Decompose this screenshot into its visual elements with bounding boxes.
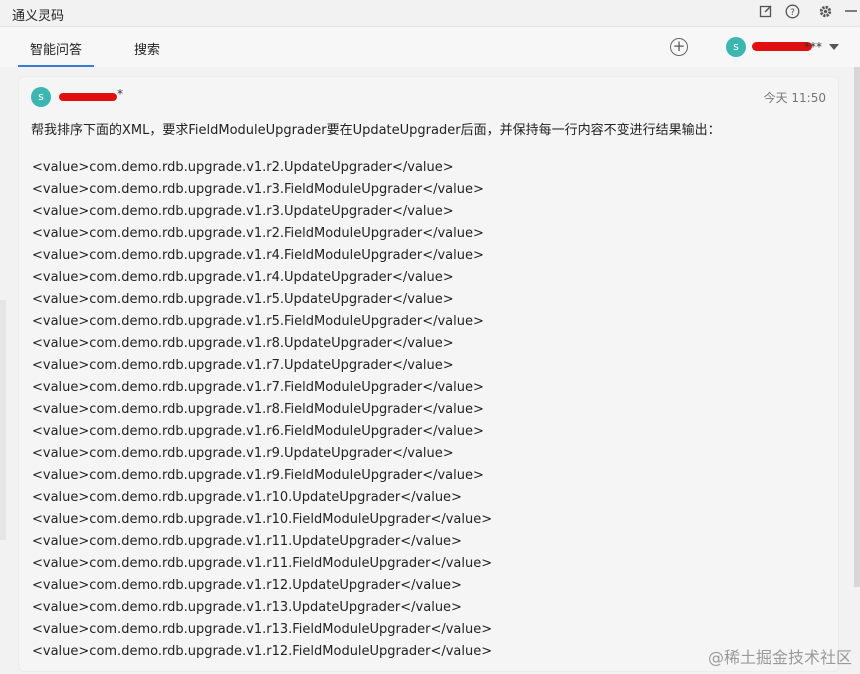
xml-line: <value>com.demo.rdb.upgrade.v1.r7.Update… [32,358,454,373]
xml-line: <value>com.demo.rdb.upgrade.v1.r10.Updat… [32,490,462,505]
xml-line: <value>com.demo.rdb.upgrade.v1.r9.FieldM… [32,468,484,483]
edit-icon[interactable] [757,4,775,22]
xml-line: <value>com.demo.rdb.upgrade.v1.r13.Field… [32,622,493,637]
xml-line: <value>com.demo.rdb.upgrade.v1.r3.Update… [32,204,454,219]
xml-line: <value>com.demo.rdb.upgrade.v1.r9.Update… [32,446,454,461]
xml-line: <value>com.demo.rdb.upgrade.v1.r8.Update… [32,336,454,351]
xml-line: <value>com.demo.rdb.upgrade.v1.r12.Field… [32,644,493,659]
redacted-author [59,93,117,101]
watermark: @稀土掘金技术社区 [707,648,852,667]
message-card: s * 今天 11:50 帮我排序下面的XML，要求FieldModuleUpg… [18,76,839,672]
xml-line: <value>com.demo.rdb.upgrade.v1.r13.Updat… [32,600,462,615]
author-suffix: * [117,87,123,101]
user-name-suffix: *** [804,40,822,54]
xml-line: <value>com.demo.rdb.upgrade.v1.r5.Update… [32,292,454,307]
xml-line: <value>com.demo.rdb.upgrade.v1.r11.Updat… [32,534,462,549]
window-title: 通义灵码 [12,9,65,24]
xml-line: <value>com.demo.rdb.upgrade.v1.r8.FieldM… [32,402,484,417]
redacted-username [752,42,812,51]
xml-line: <value>com.demo.rdb.upgrade.v1.r2.Update… [32,160,454,175]
xml-lines: <value>com.demo.rdb.upgrade.v1.r2.Update… [32,157,492,663]
scrollbar[interactable] [854,67,860,587]
help-icon[interactable]: ? [783,4,801,22]
chevron-down-icon[interactable] [829,44,839,50]
xml-line: <value>com.demo.rdb.upgrade.v1.r11.Field… [32,556,493,571]
tab-search[interactable]: 搜索 [134,39,160,58]
xml-line: <value>com.demo.rdb.upgrade.v1.r6.FieldM… [32,424,484,439]
xml-line: <value>com.demo.rdb.upgrade.v1.r2.FieldM… [32,226,484,241]
tab-smart-qa[interactable]: 智能问答 [17,39,95,67]
title-bar: 通义灵码 ? [0,0,860,27]
author-avatar: s [31,87,51,107]
xml-line: <value>com.demo.rdb.upgrade.v1.r3.FieldM… [32,182,484,197]
xml-line: <value>com.demo.rdb.upgrade.v1.r12.Updat… [32,578,462,593]
user-avatar[interactable]: s [726,37,746,57]
gear-icon[interactable] [816,4,834,22]
add-icon[interactable]: + [670,38,688,56]
xml-line: <value>com.demo.rdb.upgrade.v1.r5.FieldM… [32,314,484,329]
xml-line: <value>com.demo.rdb.upgrade.v1.r4.Update… [32,270,454,285]
message-time: 今天 11:50 [763,91,826,105]
left-panel-edge [0,300,6,540]
prompt-text: 帮我排序下面的XML，要求FieldModuleUpgrader要在Update… [31,123,721,138]
minimize-icon[interactable] [842,4,860,22]
xml-line: <value>com.demo.rdb.upgrade.v1.r7.FieldM… [32,380,484,395]
xml-line: <value>com.demo.rdb.upgrade.v1.r10.Field… [32,512,493,527]
xml-line: <value>com.demo.rdb.upgrade.v1.r4.FieldM… [32,248,484,263]
svg-text:?: ? [790,8,795,18]
